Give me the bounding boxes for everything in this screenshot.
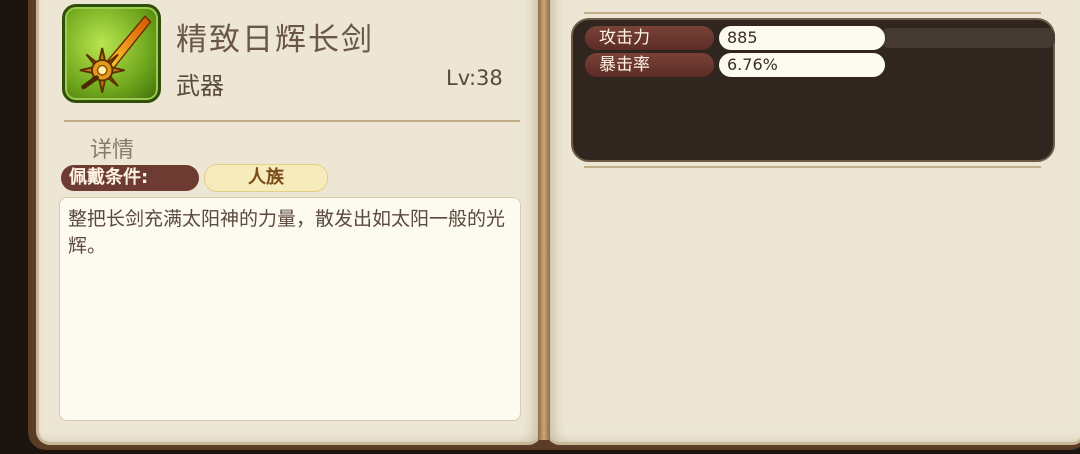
stat-label: 攻击力 [585,26,714,50]
stat-row-attack: 攻击力 885 [581,26,1055,50]
requirement-value-badge: 人族 [204,164,328,192]
stats-top-divider [584,12,1041,14]
sun-sword-icon[interactable] [62,4,161,103]
stat-row-crit: 暴击率 6.76% [581,53,1051,77]
stat-value: 6.76% [719,53,885,77]
item-level: Lv:38 [446,66,503,90]
description-text: 整把长剑充满太阳神的力量，散发出如太阳一般的光辉。 [68,208,506,257]
book-spine [538,0,550,440]
description-box: 整把长剑充满太阳神的力量，散发出如太阳一般的光辉。 [59,197,521,421]
stats-panel: 攻击力 885 暴击率 6.76% [571,18,1055,162]
stat-value: 885 [719,26,885,50]
stat-bar-bg [881,28,1055,48]
requirement-label: 佩戴条件: [61,165,199,191]
details-heading: 详情 [90,138,135,163]
header-divider [64,120,520,122]
item-name: 精致日辉长剑 [176,22,374,58]
item-type: 武器 [176,72,224,100]
stats-bottom-divider [584,166,1041,168]
stat-label: 暴击率 [585,53,714,77]
